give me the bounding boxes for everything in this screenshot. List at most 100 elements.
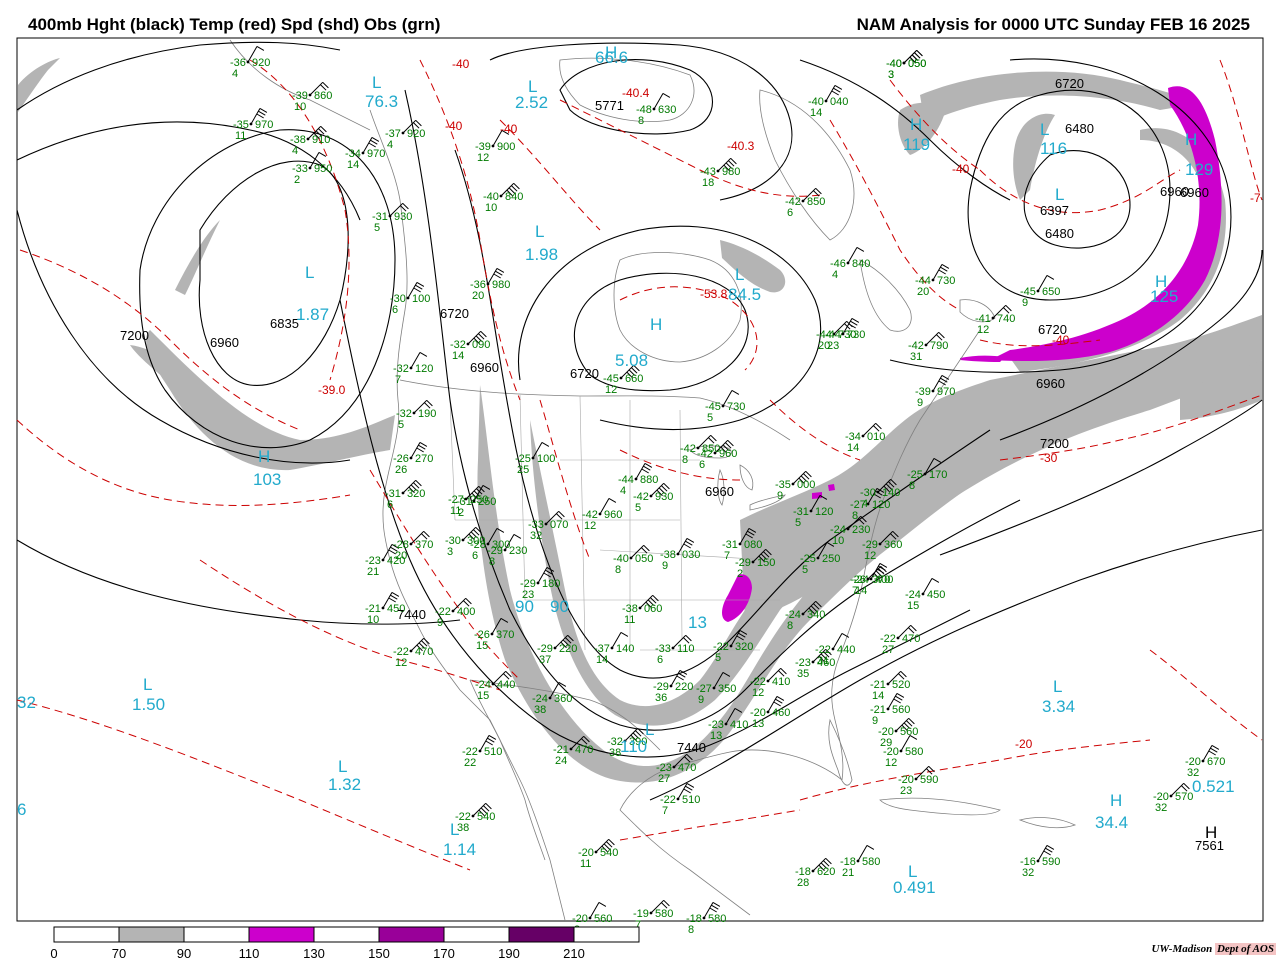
station-dewpoint: 5 (635, 502, 641, 514)
station-dewpoint: 8 (909, 480, 915, 492)
temp-contour-3 (419, 59, 521, 401)
station-dewpoint: 8 (852, 510, 858, 522)
station-height: 140 (882, 487, 900, 499)
station-height: 400 (457, 606, 475, 618)
station-height: 930 (394, 211, 412, 223)
station-dewpoint: 5 (398, 419, 404, 431)
station-dot (831, 647, 835, 651)
legend-box-70-90 (118, 926, 185, 943)
speed-label: 110 (620, 737, 647, 756)
station-height: 060 (644, 603, 662, 615)
station-dewpoint: 14 (872, 690, 884, 702)
station-dot (249, 122, 253, 126)
temp-label: -40 (500, 122, 518, 136)
station-obs: -18 5808 (686, 913, 726, 936)
station-dot (924, 343, 928, 347)
height-label: 6960 (470, 360, 499, 375)
station-dewpoint: 15 (907, 600, 919, 612)
jet-shade-sw-pacific (175, 220, 220, 295)
height-label: 6397 (1040, 203, 1069, 218)
station-height: 970 (255, 119, 273, 131)
station-dot (702, 916, 706, 920)
station-dot (598, 512, 602, 516)
speed-label: 76.3 (365, 92, 398, 111)
station-height: 670 (1207, 756, 1225, 768)
station-dewpoint: 12 (477, 152, 489, 164)
station-dot (649, 494, 653, 498)
station-height: 150 (757, 557, 775, 569)
central-america (619, 809, 751, 916)
speed-label: 103 (253, 470, 281, 489)
station-obs: -22 51022 (462, 746, 502, 769)
station-obs: -38 0309 (660, 549, 700, 572)
station-obs: -39 90012 (475, 141, 515, 164)
station-dewpoint: 12 (885, 757, 897, 769)
station-dewpoint: 15 (476, 640, 488, 652)
height-label: 7200 (120, 328, 149, 343)
station-dewpoint: 10 (294, 101, 306, 113)
station-height: 360 (884, 539, 902, 551)
station-height: 100 (412, 293, 430, 305)
station-obs: -18 58021 (840, 856, 880, 879)
station-dot (461, 538, 465, 542)
station-dot (846, 261, 850, 265)
speed-label: 0.521 (1192, 777, 1235, 796)
station-dewpoint: 37 (539, 654, 551, 666)
station-height: 470 (902, 633, 920, 645)
temp-contour-9 (979, 169, 1181, 214)
station-dot (409, 366, 413, 370)
station-dewpoint: 4 (292, 145, 298, 157)
station-height: 970 (367, 148, 385, 160)
station-height: 050 (908, 58, 926, 70)
station-dot (841, 332, 845, 336)
station-height: 850 (807, 196, 825, 208)
station-height: 030 (682, 549, 700, 561)
height-label: 6480 (1045, 226, 1074, 241)
station-dot (594, 850, 598, 854)
legend-box-170-190 (443, 926, 510, 943)
station-height: 420 (387, 555, 405, 567)
station-dot (451, 609, 455, 613)
station-height: 580 (708, 913, 726, 925)
height-label: 7440 (397, 607, 426, 622)
high-center: H (258, 447, 270, 466)
station-height: 250 (470, 494, 488, 506)
height-label: 6720 (440, 306, 469, 321)
low-center: L (535, 222, 544, 241)
station-dot (548, 696, 552, 700)
station-dewpoint: 4 (387, 139, 393, 151)
station-dot (866, 577, 870, 581)
station-dewpoint: 35 (797, 668, 809, 680)
height-label: 6960 (1036, 376, 1065, 391)
speed-label: 32 (17, 693, 36, 712)
height-label: 7200 (1040, 436, 1069, 451)
station-dot (724, 722, 728, 726)
baffin-island (759, 89, 855, 241)
high-center: H (650, 315, 662, 334)
station-dot (896, 636, 900, 640)
temp-label: -53.8 (700, 287, 728, 301)
station-dot (899, 749, 903, 753)
station-dewpoint: 6 (699, 459, 705, 471)
station-dewpoint: 27 (882, 644, 894, 656)
station-height: 960 (604, 509, 622, 521)
station-obs: -40 04014 (808, 96, 848, 119)
station-obs: -33 9502 (292, 163, 332, 186)
station-dot (811, 660, 815, 664)
station-height: 740 (997, 313, 1015, 325)
station-obs: -23 42021 (365, 555, 405, 578)
station-dewpoint: 36 (655, 692, 667, 704)
station-dewpoint: 12 (977, 324, 989, 336)
legend-box-0-70 (53, 926, 120, 943)
station-dewpoint: 8 (638, 115, 644, 127)
legend-box-130-150 (313, 926, 380, 943)
height-label: 6480 (1065, 121, 1094, 136)
temp-contour-5 (559, 99, 821, 197)
station-height: 970 (937, 386, 955, 398)
station-dewpoint: 22 (464, 757, 476, 769)
station-obs: -42 96012 (582, 509, 622, 532)
station-height: 470 (415, 646, 433, 658)
hudson-bay (613, 252, 742, 363)
wind-speed-shading (18, 58, 1262, 783)
station-dot (811, 869, 815, 873)
